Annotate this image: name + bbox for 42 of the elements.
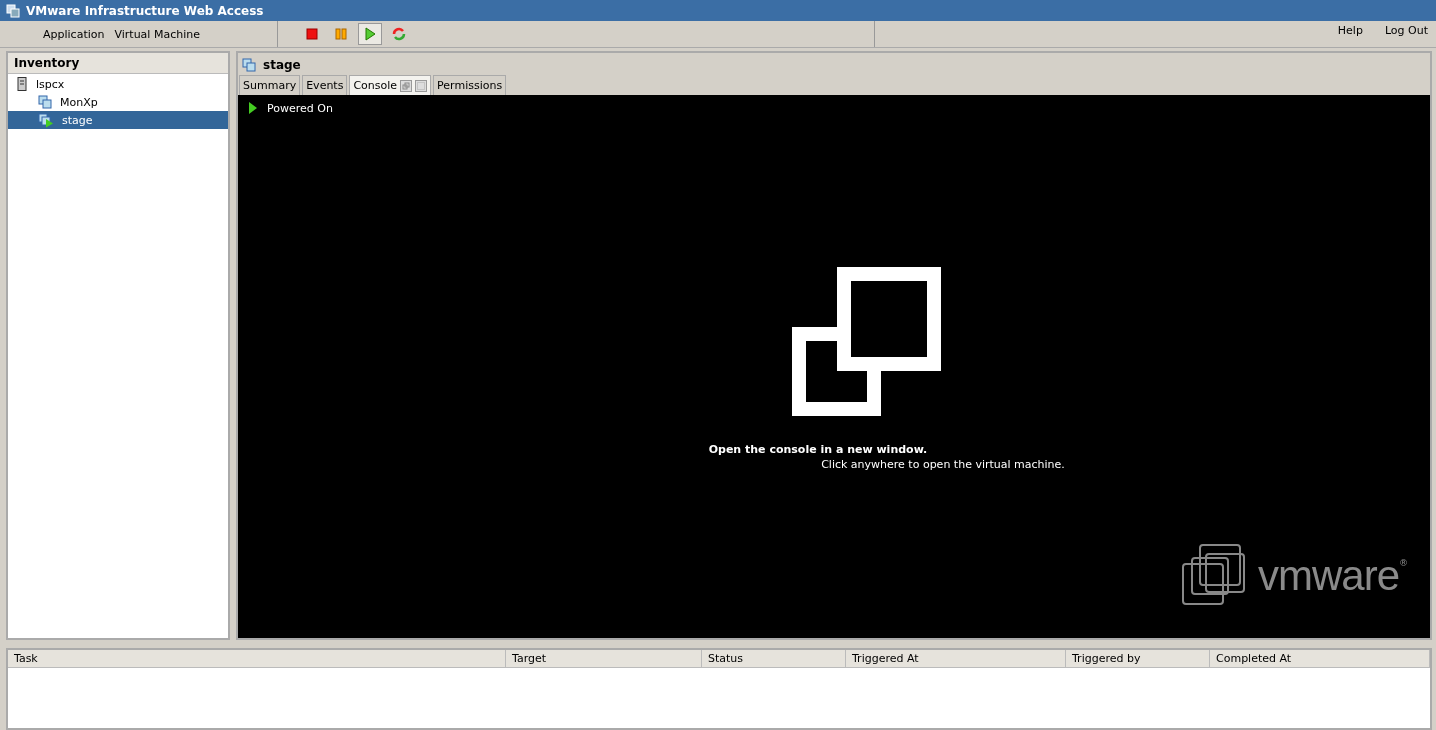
tree-item[interactable]: lspcx: [8, 75, 228, 93]
window-title: VMware Infrastructure Web Access: [26, 3, 264, 18]
console-hint: Click anywhere to open the virtual machine.: [821, 458, 1065, 471]
popout-icon[interactable]: [400, 79, 413, 92]
tree-label: lspcx: [36, 77, 65, 91]
logo-squares-icon: [1181, 544, 1246, 608]
header-link[interactable]: Help: [1337, 24, 1363, 37]
column-header[interactable]: Task: [8, 650, 506, 667]
vm-icon: [242, 58, 256, 72]
pause-icon: [335, 28, 347, 40]
tab-label: Console: [353, 79, 398, 92]
menu-item[interactable]: Virtual Machine: [114, 27, 200, 41]
tab[interactable]: Console: [349, 75, 432, 95]
console-screen[interactable]: Powered On Open the console in a new window. Click anywhere to open the virtual machine. vmware®: [238, 95, 1430, 638]
tree-item[interactable]: stage: [8, 111, 228, 129]
fullscreen-icon[interactable]: [415, 79, 428, 92]
powered-on-icon: [248, 101, 258, 115]
registered-mark: ®: [1399, 558, 1408, 568]
column-header[interactable]: Completed At: [1210, 650, 1430, 667]
vm-title: stage: [263, 58, 301, 72]
server-icon: [16, 77, 28, 91]
tree-item[interactable]: MonXp: [8, 93, 228, 111]
console-message: Open the console in a new window.: [708, 443, 928, 456]
play-icon: [364, 27, 376, 41]
play-button[interactable]: [358, 23, 382, 45]
column-header[interactable]: Triggered At: [846, 650, 1066, 667]
column-header[interactable]: Target: [506, 650, 702, 667]
menu-item[interactable]: Application: [43, 27, 105, 41]
panel-header: Inventory: [8, 53, 228, 74]
tree-label: MonXp: [60, 95, 98, 109]
new-window-icon: [792, 267, 944, 419]
column-header[interactable]: Status: [702, 650, 846, 667]
power-state: Powered On: [267, 101, 333, 115]
logo-text: vmware: [1257, 552, 1399, 600]
vm-icon: [38, 95, 52, 109]
reset-icon: [391, 26, 407, 42]
stop-icon: [306, 28, 318, 40]
tree-label: stage: [62, 113, 93, 127]
column-header[interactable]: Triggered by: [1066, 650, 1210, 667]
app-icon: [6, 3, 20, 18]
vm-running-icon: [38, 112, 54, 128]
header-link[interactable]: Log Out: [1384, 24, 1428, 37]
